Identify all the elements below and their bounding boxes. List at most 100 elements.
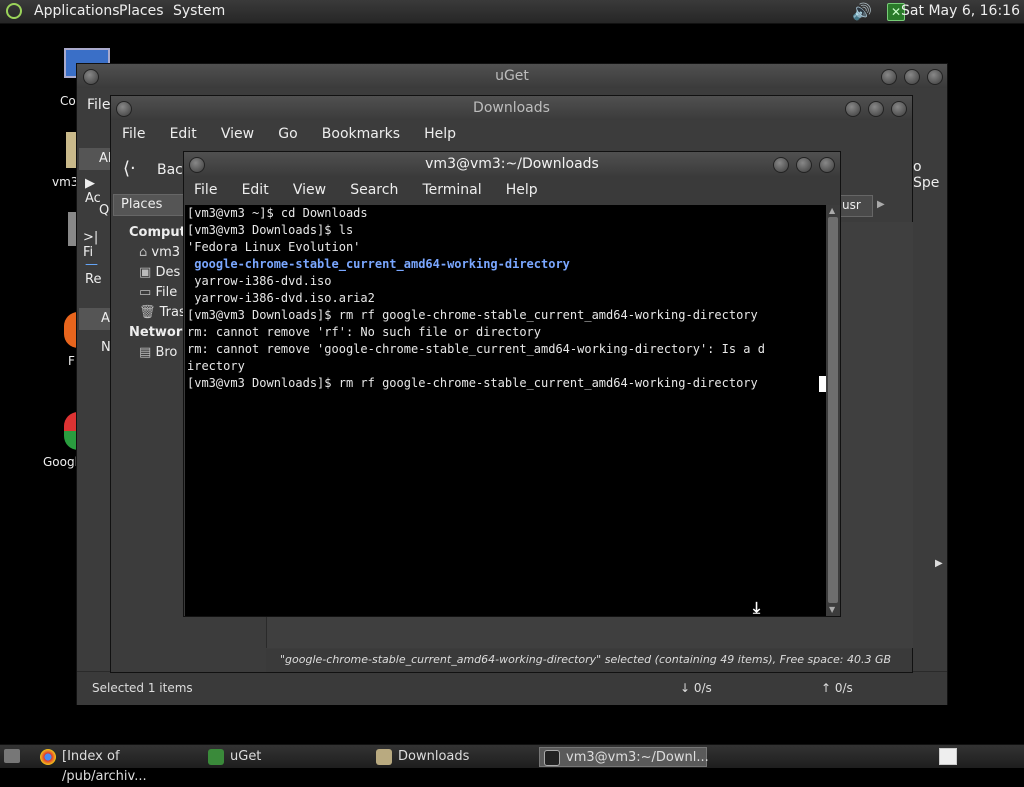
terminal-window: vm3@vm3:~/Downloads File Edit View Searc… xyxy=(183,151,841,617)
drive-icon: ▭ xyxy=(139,285,152,300)
downloads-titlebar[interactable]: Downloads xyxy=(111,96,912,120)
sidebar-item-home[interactable]: ⌂ vm3 xyxy=(139,245,180,260)
downloads-status-text: "google-chrome-stable_current_amd64-work… xyxy=(280,653,892,666)
terminal-menu-file[interactable]: File xyxy=(194,182,217,198)
home-folder-icon: ⌂ xyxy=(139,245,148,260)
terminal-icon xyxy=(544,750,560,766)
clock[interactable]: Sat May 6, 16:16 xyxy=(901,3,1020,19)
terminal-menu-edit[interactable]: Edit xyxy=(242,182,269,198)
downloads-minimize-button[interactable] xyxy=(845,101,861,117)
top-panel: Applications Places System 🔊 ✕ Sat May 6… xyxy=(0,0,1024,24)
sidebar-item-filesystem[interactable]: ▭ File xyxy=(139,285,177,300)
terminal-menu-terminal[interactable]: Terminal xyxy=(422,182,481,198)
uget-statusbar: Selected 1 items ↓ 0/s ↑ 0/s xyxy=(77,671,947,705)
downloads-menu-view[interactable]: View xyxy=(221,126,254,142)
downloads-back-button[interactable]: ⟨· Back xyxy=(121,158,191,182)
folder-icon xyxy=(376,749,392,765)
uget-selected-status: Selected 1 items xyxy=(92,681,193,695)
terminal-pin-button[interactable] xyxy=(189,157,205,173)
uget-category-sidebar: Al ▶ Ac Q >| Fi — Re A N xyxy=(79,144,112,355)
downloads-menu-file[interactable]: File xyxy=(122,126,145,142)
uget-sidebar-queuing[interactable]: Q xyxy=(99,203,109,218)
terminal-scrollbar[interactable]: ▲ ▼ xyxy=(826,205,840,616)
terminal-close-button[interactable] xyxy=(819,157,835,173)
system-menu[interactable]: System xyxy=(173,3,225,19)
downloads-menu-bookmarks[interactable]: Bookmarks xyxy=(322,126,400,142)
trash-icon: 🗑 xyxy=(139,305,156,320)
task-terminal[interactable]: vm3@vm3:~/Downl... xyxy=(539,747,709,767)
network-folder-icon: ▤ xyxy=(139,345,152,360)
terminal-line: [vm3@vm3 Downloads]$ rm rf google-chrome… xyxy=(187,376,758,390)
sidebar-item-trash[interactable]: 🗑 Tras xyxy=(139,305,186,320)
bottom-taskbar: [Index of /pub/archiv... uGet Downloads … xyxy=(0,744,1024,784)
uget-sidebar-active[interactable]: ▶ Ac xyxy=(85,176,111,206)
terminal-line: rm: cannot remove 'rf': No such file or … xyxy=(187,325,542,339)
terminal-menu-search[interactable]: Search xyxy=(350,182,398,198)
uget-icon xyxy=(208,749,224,765)
terminal-line: [vm3@vm3 ~]$ cd Downloads xyxy=(187,206,368,220)
downloads-title: Downloads xyxy=(473,100,550,116)
task-uget[interactable]: uGet xyxy=(204,747,364,767)
uget-titlebar[interactable]: uGet xyxy=(77,64,947,88)
downloads-pin-button[interactable] xyxy=(116,101,132,117)
downloads-statusbar: "google-chrome-stable_current_amd64-work… xyxy=(266,649,912,672)
terminal-menu-view[interactable]: View xyxy=(293,182,326,198)
downloads-menubar: File Edit View Go Bookmarks Help xyxy=(122,126,476,142)
terminal-line: google-chrome-stable_current_amd64-worki… xyxy=(187,257,570,271)
uget-title: uGet xyxy=(495,68,529,84)
downloads-close-button[interactable] xyxy=(891,101,907,117)
terminal-title: vm3@vm3:~/Downloads xyxy=(425,156,599,172)
uget-file-menu[interactable]: File xyxy=(87,97,110,113)
downloads-menu-help[interactable]: Help xyxy=(424,126,456,142)
places-selector[interactable]: Places xyxy=(113,194,185,216)
terminal-output[interactable]: [vm3@vm3 ~]$ cd Downloads [vm3@vm3 Downlo… xyxy=(185,205,826,617)
uget-minimize-button[interactable] xyxy=(881,69,897,85)
downloads-menu-go[interactable]: Go xyxy=(278,126,297,142)
sidebar-item-browse-network[interactable]: ▤ Bro xyxy=(139,345,177,360)
back-arrow-icon: ⟨· xyxy=(123,158,136,179)
places-menu[interactable]: Places xyxy=(119,3,164,19)
uget-upload-speed: ↑ 0/s xyxy=(821,681,853,695)
applications-menu[interactable]: Applications xyxy=(34,3,120,19)
downloads-menu-edit[interactable]: Edit xyxy=(170,126,197,142)
uget-maximize-button[interactable] xyxy=(904,69,920,85)
terminal-line: [vm3@vm3 Downloads]$ ls xyxy=(187,223,354,237)
terminal-scroll-thumb[interactable] xyxy=(828,217,838,603)
terminal-line: yarrow-i386-dvd.iso.aria2 xyxy=(187,291,375,305)
scroll-down-icon[interactable]: ▼ xyxy=(829,605,835,614)
uget-sidebar-finished[interactable]: >| Fi xyxy=(83,230,111,260)
path-next-icon[interactable]: ▶ xyxy=(877,199,885,210)
uget-speed-column-header[interactable]: o Spe xyxy=(913,159,947,191)
terminal-maximize-button[interactable] xyxy=(796,157,812,173)
network-heading: Network xyxy=(129,325,191,340)
workspace-switcher[interactable] xyxy=(939,748,957,765)
terminal-line: irectory xyxy=(187,359,245,373)
distro-logo-icon[interactable] xyxy=(6,3,22,19)
computer-desktop-label: Co xyxy=(60,94,76,108)
uget-download-speed: ↓ 0/s xyxy=(680,681,712,695)
firefox-desktop-label: F xyxy=(68,354,75,368)
uget-sidebar-recycled[interactable]: — Re xyxy=(85,257,111,287)
task-browser[interactable]: [Index of /pub/archiv... xyxy=(36,747,204,784)
show-desktop-icon[interactable] xyxy=(4,749,20,763)
scroll-up-icon[interactable]: ▲ xyxy=(829,206,835,215)
terminal-line: 'Fedora Linux Evolution' xyxy=(187,240,361,254)
uget-sidebar-all[interactable]: Al xyxy=(79,148,112,170)
uget-pin-button[interactable] xyxy=(83,69,99,85)
desktop-folder-icon: ▣ xyxy=(139,265,152,280)
uget-sidebar-item-a[interactable]: A xyxy=(79,308,111,330)
download-arrow-icon: ⤓ xyxy=(753,598,761,617)
chrome-icon xyxy=(40,749,56,765)
uget-close-button[interactable] xyxy=(927,69,943,85)
sidebar-item-desktop[interactable]: ▣ Des xyxy=(139,265,180,280)
task-downloads[interactable]: Downloads xyxy=(372,747,532,767)
downloads-maximize-button[interactable] xyxy=(868,101,884,117)
terminal-titlebar[interactable]: vm3@vm3:~/Downloads xyxy=(184,152,840,176)
uget-scroll-right-icon[interactable]: ▶ xyxy=(935,558,943,569)
volume-icon[interactable]: 🔊 xyxy=(852,2,874,22)
terminal-minimize-button[interactable] xyxy=(773,157,789,173)
terminal-menubar: File Edit View Search Terminal Help xyxy=(194,182,558,198)
terminal-line: yarrow-i386-dvd.iso xyxy=(187,274,332,288)
home-desktop-label: vm3 xyxy=(52,175,79,189)
terminal-menu-help[interactable]: Help xyxy=(506,182,538,198)
